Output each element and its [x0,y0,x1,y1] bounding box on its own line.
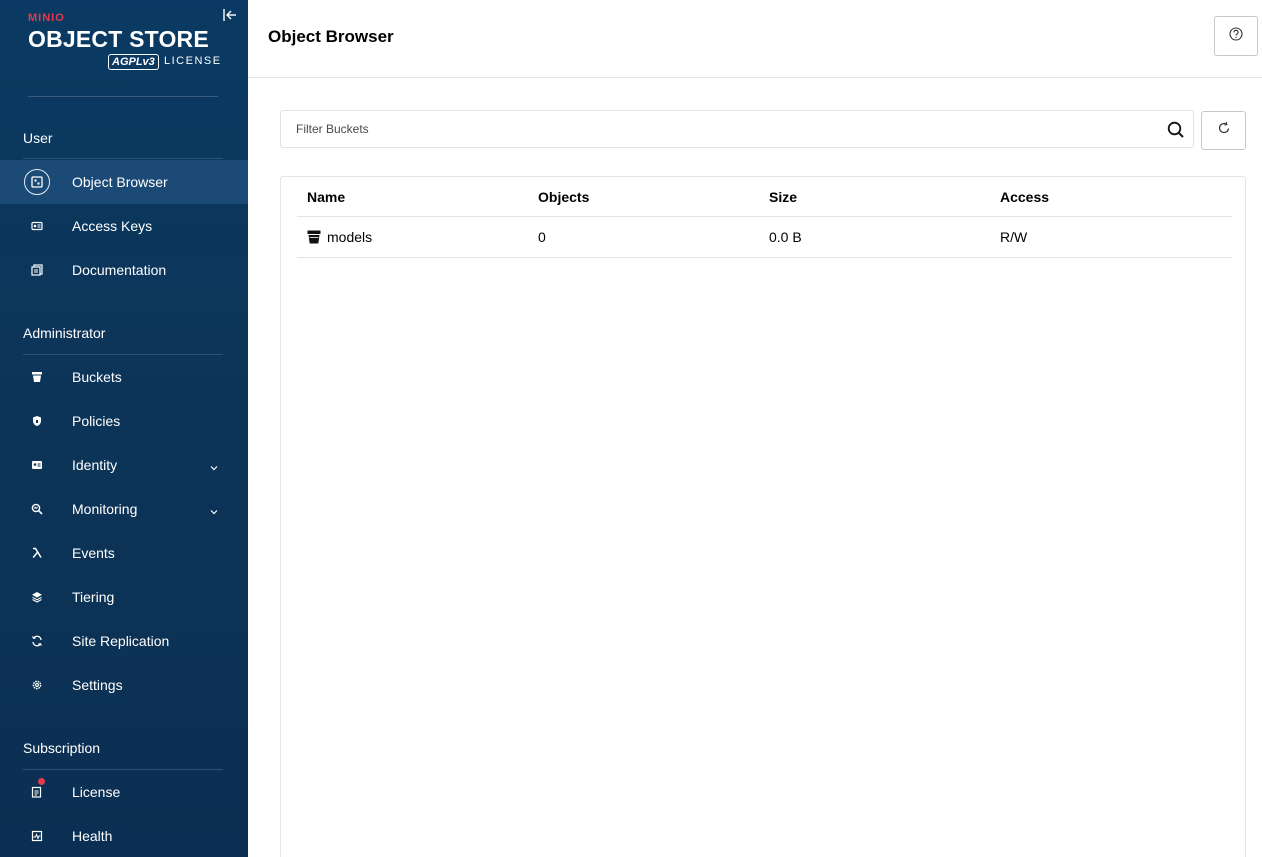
section-title-subscription: Subscription [23,740,101,756]
sidebar-item-buckets[interactable]: Buckets [0,355,248,399]
sidebar-item-policies[interactable]: Policies [0,399,248,443]
page-title: Object Browser [268,27,394,46]
chevron-down-icon[interactable] [209,504,219,515]
object-browser-icon [24,169,50,195]
logo-agpl: AGPLv3 [108,54,159,70]
sidebar-item-tiering[interactable]: Tiering [0,575,248,619]
sidebar-item-identity[interactable]: Identity [0,443,248,487]
policies-icon [24,408,50,434]
tiering-icon [24,584,50,610]
access-keys-icon [24,213,50,239]
page-header: Object Browser [248,0,1262,78]
sidebar: MINIO OBJECT STORE AGPLv3 LICENSE User O… [0,0,248,857]
sidebar-item-health[interactable]: Health [0,814,248,857]
sidebar-item-label: Settings [72,677,123,693]
lambda-icon [24,540,50,566]
license-icon [24,779,50,805]
identity-icon [24,452,50,478]
sidebar-item-site-replication[interactable]: Site Replication [0,619,248,663]
sidebar-item-events[interactable]: Events [0,531,248,575]
logo-brand: MINIO [28,12,65,24]
sidebar-item-label: Health [72,828,113,844]
sidebar-item-label: Documentation [72,262,167,278]
sidebar-item-settings[interactable]: Settings [0,663,248,707]
bucket-name: models [327,229,373,245]
bucket-icon [307,230,321,244]
bucket-objects: 0 [538,229,546,245]
refresh-button[interactable] [1201,111,1246,150]
help-button[interactable] [1214,16,1258,56]
sidebar-item-label: Events [72,545,115,561]
sidebar-item-label: Site Replication [72,633,170,649]
bucket-icon [24,364,50,390]
buckets-table: Name Objects Size Access models 0 0.0 B … [280,176,1246,857]
sidebar-item-label: Identity [72,457,118,473]
table-row[interactable]: models 0 0.0 B R/W [297,217,1232,258]
bucket-size: 0.0 B [769,229,802,245]
sidebar-item-label: License [72,784,121,800]
sidebar-item-documentation[interactable]: Documentation [0,248,248,292]
health-icon [24,823,50,849]
logo-divider [28,96,218,97]
notification-dot [38,778,45,785]
sidebar-item-label: Access Keys [72,218,153,234]
column-header-objects[interactable]: Objects [538,189,589,205]
section-divider [23,158,223,159]
sidebar-item-label: Policies [72,413,121,429]
column-header-size[interactable]: Size [769,189,797,205]
monitoring-icon [24,496,50,522]
column-header-access[interactable]: Access [1000,189,1049,205]
sidebar-item-monitoring[interactable]: Monitoring [0,487,248,531]
sidebar-item-object-browser[interactable]: Object Browser [0,160,248,204]
documentation-icon [24,257,50,283]
section-title-administrator: Administrator [23,325,106,341]
logo-product: OBJECT STORE [28,26,209,52]
section-title-user: User [23,130,53,146]
sidebar-item-license[interactable]: License [0,770,248,814]
sidebar-item-access-keys[interactable]: Access Keys [0,204,248,248]
sidebar-item-label: Tiering [72,589,115,605]
site-replication-icon [24,628,50,654]
filter-buckets-input[interactable] [281,111,1151,147]
chevron-down-icon[interactable] [209,460,219,471]
help-icon [1229,26,1243,46]
bucket-access: R/W [1000,229,1028,245]
column-header-name[interactable]: Name [307,189,345,205]
search-icon[interactable] [1167,121,1185,139]
minio-logo: MINIO OBJECT STORE AGPLv3 LICENSE [28,12,223,74]
sidebar-item-label: Buckets [72,369,122,385]
sidebar-item-label: Object Browser [72,174,168,190]
filter-buckets-box [280,110,1194,148]
sidebar-item-label: Monitoring [72,501,138,517]
table-header-row: Name Objects Size Access [297,177,1232,217]
gear-icon [24,672,50,698]
collapse-sidebar-icon[interactable] [222,8,240,24]
logo-license: LICENSE [164,55,222,67]
refresh-icon [1217,121,1231,140]
